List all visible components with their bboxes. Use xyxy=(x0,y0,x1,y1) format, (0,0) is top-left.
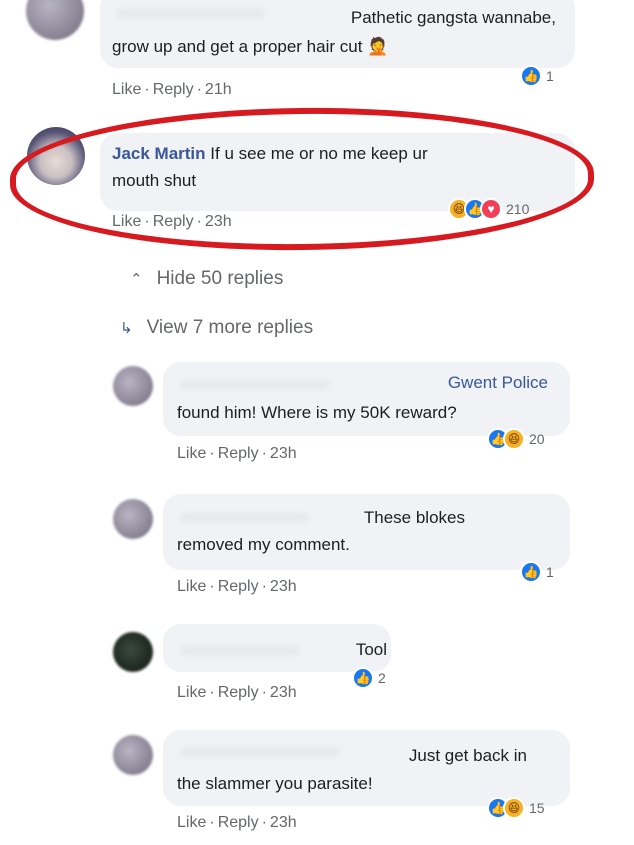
reaction-summary[interactable]: 👍 😆 20 xyxy=(487,428,545,450)
reply-text-line: found him! Where is my 50K reward? xyxy=(177,403,457,422)
like-reaction-icon: 👍 xyxy=(352,667,374,689)
reply-text: found him! Where is my 50K reward? xyxy=(177,398,557,427)
reaction-count: 2 xyxy=(378,670,386,686)
tagged-page-link[interactable]: Gwent Police xyxy=(350,373,548,393)
like-button[interactable]: Like xyxy=(177,814,206,831)
reply-button[interactable]: Reply xyxy=(218,814,259,831)
view-more-replies-link[interactable]: ↳ View 7 more replies xyxy=(120,317,313,339)
avatar[interactable] xyxy=(113,366,153,406)
reply-text-line: the slammer you parasite! xyxy=(177,774,373,793)
reply-text-line: removed my comment. xyxy=(177,535,350,554)
reaction-summary[interactable]: 👍 😆 15 xyxy=(487,797,545,819)
avatar[interactable] xyxy=(26,0,84,40)
reply-actions: Like · Reply · 23h xyxy=(177,814,297,831)
reply-text: removed my comment. xyxy=(177,530,557,559)
hide-replies-link[interactable]: ⌃ Hide 50 replies xyxy=(130,268,283,290)
reaction-count: 1 xyxy=(546,68,554,84)
reply-text: Just get back in xyxy=(177,741,527,770)
view-more-replies-label: View 7 more replies xyxy=(146,317,314,338)
avatar[interactable] xyxy=(113,632,153,672)
reaction-summary[interactable]: 👍 1 xyxy=(520,65,554,87)
timestamp[interactable]: 21h xyxy=(205,81,232,98)
comment-actions: Like · Reply · 21h xyxy=(112,81,232,98)
like-reaction-icon: 👍 xyxy=(520,65,542,87)
reply-actions: Like · Reply · 23h xyxy=(177,578,297,595)
reply-text: These blokes xyxy=(177,503,465,532)
reaction-count: 15 xyxy=(529,800,545,816)
facepalm-emoji-icon: 🤦 xyxy=(367,37,389,56)
haha-reaction-icon: 😆 xyxy=(503,428,525,450)
reaction-summary[interactable]: 👍 1 xyxy=(520,561,554,583)
reply-actions: Like · Reply · 23h xyxy=(177,445,297,462)
comment-text-line: Pathetic gangsta wannabe, xyxy=(350,8,556,27)
reply-button[interactable]: Reply xyxy=(218,445,259,462)
like-button[interactable]: Like xyxy=(177,445,206,462)
reply-text: Tool xyxy=(177,635,387,664)
comment-text-line: grow up and get a proper hair cut xyxy=(112,37,363,56)
timestamp[interactable]: 23h xyxy=(270,445,297,462)
chevron-up-icon: ⌃ xyxy=(130,271,143,288)
haha-reaction-icon: 😆 xyxy=(503,797,525,819)
reply-arrow-icon: ↳ xyxy=(120,320,133,337)
reply-text-line: These blokes xyxy=(363,508,465,527)
like-reaction-icon: 👍 xyxy=(520,561,542,583)
reply-button[interactable]: Reply xyxy=(218,684,259,701)
like-button[interactable]: Like xyxy=(112,81,141,98)
reaction-count: 1 xyxy=(546,564,554,580)
timestamp[interactable]: 23h xyxy=(270,684,297,701)
reply-button[interactable]: Reply xyxy=(218,578,259,595)
reply-text: the slammer you parasite! xyxy=(177,769,557,798)
like-button[interactable]: Like xyxy=(177,684,206,701)
timestamp[interactable]: 23h xyxy=(270,814,297,831)
comment-text: Pathetic gangsta wannabe, xyxy=(112,3,556,32)
blurred-author-name xyxy=(180,380,330,390)
reply-text-line: Tool xyxy=(355,640,387,659)
reply-text-line: Just get back in xyxy=(408,746,527,765)
reply-actions: Like · Reply · 23h xyxy=(177,684,297,701)
like-button[interactable]: Like xyxy=(177,578,206,595)
tagged-page-name: Gwent Police xyxy=(447,373,548,392)
red-highlight-circle xyxy=(9,104,595,254)
avatar[interactable] xyxy=(113,735,153,775)
reaction-count: 20 xyxy=(529,431,545,447)
avatar[interactable] xyxy=(113,499,153,539)
timestamp[interactable]: 23h xyxy=(270,578,297,595)
reaction-summary[interactable]: 👍 2 xyxy=(352,667,386,689)
reply-button[interactable]: Reply xyxy=(153,81,194,98)
comment-text: grow up and get a proper hair cut 🤦 xyxy=(112,32,552,61)
hide-replies-label: Hide 50 replies xyxy=(156,268,284,289)
